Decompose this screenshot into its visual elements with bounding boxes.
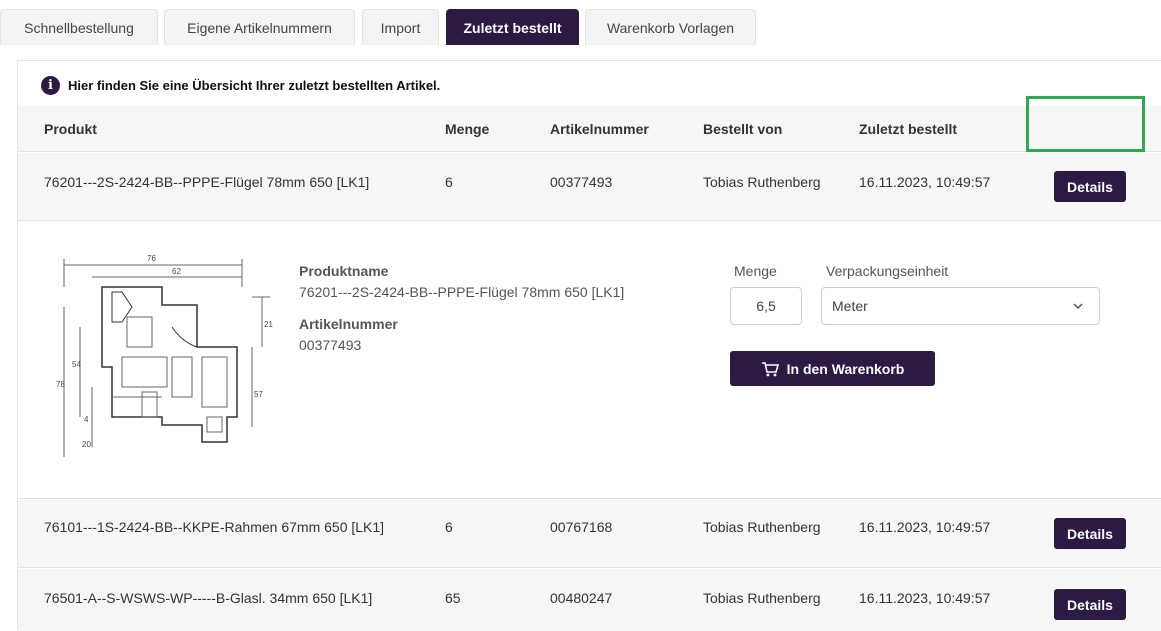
unit-select-value: Meter [832,298,868,314]
article-number-value: 00377493 [299,337,362,353]
article-number-label: Artikelnummer [299,316,398,332]
cart-icon [761,361,779,376]
tab-import[interactable]: Import [362,9,439,45]
info-text: Hier finden Sie eine Übersicht Ihrer zul… [68,78,441,93]
tab-bar: Schnellbestellung Eigene Artikelnummern … [0,0,1161,45]
dimension-label: 78 [56,380,65,389]
dimension-label: 76 [147,254,156,263]
product-detail-panel: 76 62 21 54 78 57 4 20 Produktname 76201… [18,221,1161,499]
row-last-ordered: 16.11.2023, 10:49:57 [859,174,991,190]
table-row: 76501-A--S-WSWS-WP-----B-Glasl. 34mm 650… [18,569,1161,631]
product-name-label: Produktname [299,263,389,279]
tab-warenkorb-vorlagen[interactable]: Warenkorb Vorlagen [585,9,756,45]
dimension-label: 54 [72,360,81,369]
table-row: 76101---1S-2424-BB--KKPE-Rahmen 67mm 650… [18,500,1161,568]
column-header-product: Produkt [44,121,97,137]
dimension-label: 20 [82,440,91,449]
tab-eigene-artikelnummern[interactable]: Eigene Artikelnummern [164,9,355,45]
row-last-ordered: 16.11.2023, 10:49:57 [859,519,991,535]
column-header-last-ordered: Zuletzt bestellt [859,121,958,137]
row-ordered-by: Tobias Ruthenberg [703,174,821,190]
dimension-label: 62 [172,267,181,276]
recent-orders-panel: i Hier finden Sie eine Übersicht Ihrer z… [17,60,1161,631]
dimension-label: 4 [84,415,89,424]
row-article-number: 00767168 [550,519,613,535]
chevron-down-icon [1073,303,1083,310]
row-product: 76201---2S-2424-BB--PPPE-Flügel 78mm 650… [44,174,370,190]
row-article-number: 00377493 [550,174,613,190]
row-ordered-by: Tobias Ruthenberg [703,519,821,535]
column-header-ordered-by: Bestellt von [703,121,783,137]
add-to-cart-label: In den Warenkorb [786,360,905,377]
column-header-quantity: Menge [445,121,490,137]
quantity-field[interactable] [730,287,802,325]
row-ordered-by: Tobias Ruthenberg [703,590,821,606]
info-icon: i [41,76,60,95]
row-article-number: 00480247 [550,590,613,606]
row-quantity: 6 [445,174,453,190]
tab-schnellbestellung[interactable]: Schnellbestellung [0,9,158,45]
row-quantity: 6 [445,519,453,535]
info-message: i Hier finden Sie eine Übersicht Ihrer z… [41,76,440,95]
add-to-cart-button[interactable]: In den Warenkorb [730,351,935,386]
dimension-label: 57 [254,390,263,399]
column-header-article-number: Artikelnummer [550,121,649,137]
row-product: 76501-A--S-WSWS-WP-----B-Glasl. 34mm 650… [44,590,373,606]
table-row: 76201---2S-2424-BB--PPPE-Flügel 78mm 650… [18,153,1161,221]
row-product: 76101---1S-2424-BB--KKPE-Rahmen 67mm 650… [44,519,385,535]
quantity-label: Menge [734,263,777,279]
row-quantity: 65 [445,590,461,606]
unit-select[interactable]: Meter [821,287,1100,325]
dimension-label: 21 [264,320,273,329]
details-button[interactable]: Details [1054,171,1126,202]
row-last-ordered: 16.11.2023, 10:49:57 [859,590,991,606]
product-name-value: 76201---2S-2424-BB--PPPE-Flügel 78mm 650… [299,284,625,300]
profile-drawing: 76 62 21 54 78 57 4 20 [56,254,273,457]
tab-zuletzt-bestellt[interactable]: Zuletzt bestellt [446,9,579,45]
table-header: Produkt Menge Artikelnummer Bestellt von… [18,106,1161,152]
details-button[interactable]: Details [1054,518,1126,549]
unit-label: Verpackungseinheit [826,263,949,279]
details-button[interactable]: Details [1054,589,1126,620]
